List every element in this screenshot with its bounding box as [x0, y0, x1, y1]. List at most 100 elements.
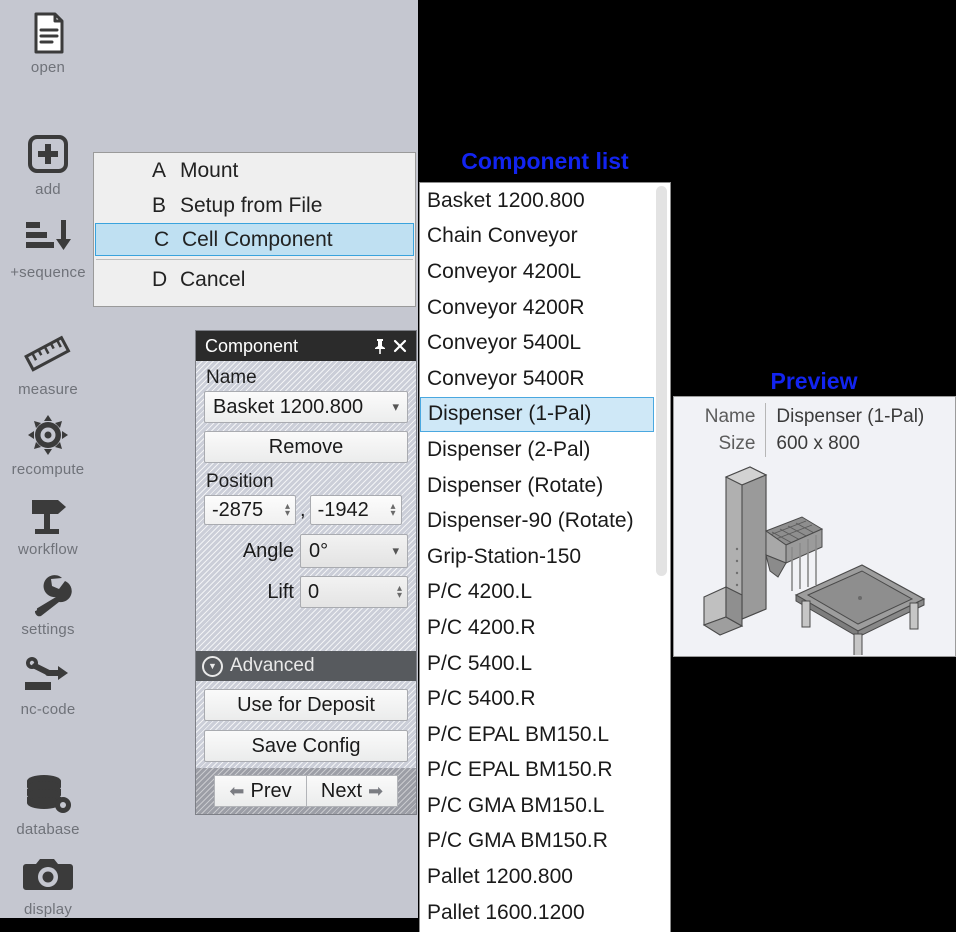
sidebar-item-database[interactable]: database: [0, 772, 96, 837]
sidebar-label: recompute: [11, 461, 85, 478]
preview-panel: Name Size Dispenser (1-Pal) 600 x 800: [673, 396, 956, 661]
sidebar-label: settings: [21, 621, 75, 638]
sidebar-item-add[interactable]: add: [0, 132, 96, 197]
lift-label: Lift: [267, 580, 294, 603]
sidebar-item-measure[interactable]: measure: [0, 332, 96, 397]
preview-metadata: Name Size Dispenser (1-Pal) 600 x 800: [674, 403, 955, 457]
camera-icon: [0, 852, 96, 898]
angle-value: 0°: [309, 539, 329, 562]
chevron-down-icon: ▾: [392, 399, 399, 414]
menu-item-cell-component[interactable]: C Cell Component: [95, 223, 414, 256]
stepper-arrows-icon[interactable]: ▴ ▾: [397, 584, 402, 601]
component-list-title: Component list: [461, 148, 629, 174]
preview-metadata-values: Dispenser (1-Pal) 600 x 800: [765, 403, 924, 457]
sidebar-item-display[interactable]: display: [0, 852, 96, 917]
list-scrollbar-thumb[interactable]: [656, 186, 667, 576]
close-icon[interactable]: [390, 335, 410, 357]
menu-item-cancel[interactable]: D Cancel: [94, 262, 415, 297]
angle-label: Angle: [242, 539, 294, 562]
lift-stepper[interactable]: 0 ▴ ▾: [300, 576, 408, 608]
list-item[interactable]: P/C GMA BM150.R: [420, 824, 670, 860]
menu-item-mount[interactable]: A Mount: [94, 153, 415, 188]
position-y-stepper[interactable]: -1942 ▴ ▾: [309, 495, 402, 525]
list-item[interactable]: Basket 1200.800: [420, 183, 670, 219]
sidebar-label: +sequence: [10, 264, 86, 281]
list-item[interactable]: Dispenser (2-Pal): [420, 432, 670, 468]
position-x-stepper[interactable]: -2875 ▴ ▾: [204, 495, 296, 525]
list-item[interactable]: Pallet 1200.800: [420, 859, 670, 895]
component-list[interactable]: Basket 1200.800 Chain Conveyor Conveyor …: [419, 182, 671, 932]
list-item[interactable]: P/C 4200.L: [420, 575, 670, 611]
list-item[interactable]: P/C EPAL BM150.R: [420, 753, 670, 789]
pin-icon[interactable]: [370, 335, 390, 357]
use-for-deposit-button[interactable]: Use for Deposit: [204, 689, 408, 721]
prev-button[interactable]: ⬅ Prev: [214, 775, 306, 807]
component-name-value: Basket 1200.800: [213, 395, 364, 418]
list-item[interactable]: Pallet 1600.1200: [420, 895, 670, 931]
gear-icon: [0, 412, 96, 458]
list-item[interactable]: Chain Conveyor: [420, 219, 670, 255]
robot-arm-icon: [0, 652, 96, 698]
menu-item-setup-from-file[interactable]: B Setup from File: [94, 188, 415, 223]
component-panel-title: Component: [205, 335, 299, 356]
preview-name-value: Dispenser (1-Pal): [776, 406, 925, 427]
plus-box-icon: [0, 132, 96, 178]
use-for-deposit-label: Use for Deposit: [237, 693, 375, 716]
stepper-arrows-icon[interactable]: ▴ ▾: [391, 502, 396, 519]
list-item[interactable]: Dispenser (Rotate): [420, 468, 670, 504]
component-panel: Component Name Basket 1200.800 ▾ Remove …: [195, 330, 417, 815]
preview-size-value: 600 x 800: [776, 433, 860, 454]
stepper-arrows-icon[interactable]: ▴ ▾: [285, 502, 290, 519]
list-item[interactable]: P/C 5400.L: [420, 646, 670, 682]
sidebar-label: measure: [18, 381, 78, 398]
menu-item-label: Cell Component: [182, 227, 333, 251]
list-item[interactable]: Conveyor 5400L: [420, 325, 670, 361]
component-name-combobox[interactable]: Basket 1200.800 ▾: [204, 391, 408, 423]
signpost-icon: [0, 492, 96, 538]
sidebar-label: open: [30, 59, 66, 76]
menu-item-key: C: [154, 227, 170, 251]
application-panel: open add +sequence measure recompute wor…: [0, 0, 418, 918]
sidebar-label: display: [23, 901, 73, 918]
list-item[interactable]: Conveyor 5400R: [420, 361, 670, 397]
database-gear-icon: [0, 772, 96, 818]
sidebar-item-nc-code[interactable]: nc-code: [0, 652, 96, 717]
document-icon: [0, 10, 96, 56]
sidebar-label: nc-code: [20, 701, 76, 718]
arrow-right-icon: ➡: [368, 780, 384, 801]
list-item[interactable]: Grip-Station-150: [420, 539, 670, 575]
position-y-value: -1942: [317, 498, 369, 521]
sidebar-item-sequence[interactable]: +sequence: [0, 215, 96, 280]
advanced-section-header[interactable]: ▼ Advanced: [196, 651, 416, 681]
sidebar-item-open[interactable]: open: [0, 10, 96, 75]
preview-title: Preview: [770, 368, 858, 394]
advanced-label: Advanced: [230, 655, 315, 676]
ruler-icon: [0, 332, 96, 378]
sidebar-item-recompute[interactable]: recompute: [0, 412, 96, 477]
sidebar-label: add: [35, 181, 61, 198]
menu-item-label: Setup from File: [180, 193, 323, 217]
prev-button-label: Prev: [250, 779, 292, 802]
list-scrollbar[interactable]: [655, 185, 668, 931]
collapse-circle-icon: ▼: [202, 655, 223, 677]
arrow-left-icon: ⬅: [229, 780, 245, 801]
remove-button-label: Remove: [268, 435, 344, 458]
sidebar-item-settings[interactable]: settings: [0, 572, 96, 637]
sidebar-icon-rail: open add +sequence measure recompute wor…: [0, 0, 96, 918]
position-row: -2875 ▴ ▾ , -1942 ▴ ▾: [204, 495, 408, 525]
list-item[interactable]: Conveyor 4200L: [420, 254, 670, 290]
list-item[interactable]: Dispenser-90 (Rotate): [420, 503, 670, 539]
preview-size-key: Size: [718, 433, 756, 454]
save-config-button[interactable]: Save Config: [204, 730, 408, 762]
list-item[interactable]: P/C 5400.R: [420, 681, 670, 717]
list-item[interactable]: P/C 4200.R: [420, 610, 670, 646]
list-item[interactable]: P/C GMA BM150.L: [420, 788, 670, 824]
angle-combobox[interactable]: 0° ▾: [300, 534, 408, 568]
list-item-selected[interactable]: Dispenser (1-Pal): [420, 396, 654, 433]
next-button[interactable]: Next ➡: [306, 775, 398, 807]
chevron-down-icon: ▾: [392, 543, 399, 558]
list-item[interactable]: P/C EPAL BM150.L: [420, 717, 670, 753]
remove-button[interactable]: Remove: [204, 431, 408, 463]
sidebar-item-workflow[interactable]: workflow: [0, 492, 96, 557]
list-item[interactable]: Conveyor 4200R: [420, 290, 670, 326]
